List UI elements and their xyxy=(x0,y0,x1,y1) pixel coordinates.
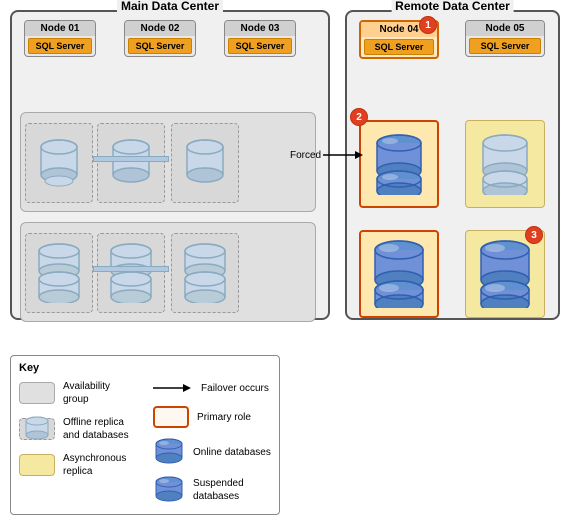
badge-3: 3 xyxy=(525,226,543,244)
key-row-ag: Availability group xyxy=(19,380,137,406)
main-dc-label: Main Data Center xyxy=(117,0,223,13)
replica-top-1 xyxy=(25,123,93,203)
node03-sql: SQL Server xyxy=(228,38,292,54)
key-failover-icon xyxy=(153,380,193,396)
replica-top-3 xyxy=(171,123,239,203)
key-online-db-svg xyxy=(153,438,185,466)
key-online-text: Online databases xyxy=(193,446,271,459)
remote-replica-top-05 xyxy=(465,120,545,208)
key-row-primary: Primary role xyxy=(153,406,271,428)
key-title: Key xyxy=(19,362,271,374)
node01-card: Node 01 SQL Server xyxy=(24,20,96,57)
offline-db-icon-5 xyxy=(106,243,156,303)
key-suspended-db-svg xyxy=(153,476,185,504)
key-async-shape xyxy=(19,454,55,476)
offline-db-icon-4 xyxy=(34,243,84,303)
node02-sql: SQL Server xyxy=(128,38,192,54)
node04-sql: SQL Server xyxy=(364,39,434,55)
node02-label: Node 02 xyxy=(125,21,195,36)
key-failover-text: Failover occurs xyxy=(201,382,269,395)
node03-label: Node 03 xyxy=(225,21,295,36)
forced-arrow-icon xyxy=(323,148,363,162)
key-online-icon xyxy=(153,438,185,466)
key-offline-text: Offline replicaand databases xyxy=(63,416,129,442)
replica-bottom-1 xyxy=(25,233,93,313)
online-db-icon-1 xyxy=(372,133,426,195)
key-arrow-svg xyxy=(153,380,193,396)
replica-top-2 xyxy=(97,123,165,203)
replica-bottom-3 xyxy=(171,233,239,313)
online-db-icon-3 xyxy=(475,240,535,308)
diagram-area: Main Data Center Node 01 SQL Server Node… xyxy=(0,0,575,340)
key-async-text: Asynchronous replica xyxy=(63,452,137,478)
key-suspended-icon xyxy=(153,476,185,504)
connector-bottom xyxy=(93,266,169,272)
key-offline-db-svg xyxy=(23,415,51,443)
badge-2: 2 xyxy=(350,108,368,126)
node03-card: Node 03 SQL Server xyxy=(224,20,296,57)
key-primary-icon xyxy=(153,406,189,428)
key-ag-text: Availability group xyxy=(63,380,137,406)
ag-row-top xyxy=(20,112,316,212)
remote-replica-top-04 xyxy=(359,120,439,208)
badge-1: 1 xyxy=(419,16,437,34)
offline-db-icon-6 xyxy=(180,243,230,303)
key-row-failover: Failover occurs xyxy=(153,380,271,396)
remote-replica-bottom-04 xyxy=(359,230,439,318)
offline-db-icon-2 xyxy=(109,137,153,189)
online-db-icon-2 xyxy=(369,240,429,308)
key-ag-shape xyxy=(19,382,55,404)
key-async-icon xyxy=(19,454,55,476)
key-row-online: Online databases xyxy=(153,438,271,466)
main-dc: Main Data Center Node 01 SQL Server Node… xyxy=(10,10,330,320)
key-row-suspended: Suspended databases xyxy=(153,476,271,504)
remote-dc-label: Remote Data Center xyxy=(391,0,514,13)
key-suspended-text: Suspended databases xyxy=(193,477,271,503)
node05-sql: SQL Server xyxy=(469,38,541,54)
forced-label: Forced xyxy=(290,150,321,161)
node02-card: Node 02 SQL Server xyxy=(124,20,196,57)
node05-label: Node 05 xyxy=(466,21,544,36)
key-offline-shape xyxy=(19,418,55,440)
key-primary-text: Primary role xyxy=(197,411,251,424)
key-primary-shape xyxy=(153,406,189,428)
key-ag-icon xyxy=(19,382,55,404)
replica-bottom-2 xyxy=(97,233,165,313)
offline-db-icon-7 xyxy=(478,133,532,195)
node01-label: Node 01 xyxy=(25,21,95,36)
connector-top xyxy=(93,156,169,162)
key-row-offline: Offline replicaand databases xyxy=(19,416,137,442)
offline-db-icon-3 xyxy=(183,137,227,189)
offline-db-icon-1 xyxy=(37,137,81,189)
forced-arrow-container: Forced xyxy=(290,148,363,162)
node05-card: Node 05 SQL Server xyxy=(465,20,545,57)
key-box: Key Availability group xyxy=(10,355,280,515)
ag-row-bottom xyxy=(20,222,316,322)
key-offline-icon xyxy=(19,418,55,440)
key-row-async: Asynchronous replica xyxy=(19,452,137,478)
node01-sql: SQL Server xyxy=(28,38,92,54)
remote-dc: Remote Data Center Node 04 SQL Server No… xyxy=(345,10,560,320)
